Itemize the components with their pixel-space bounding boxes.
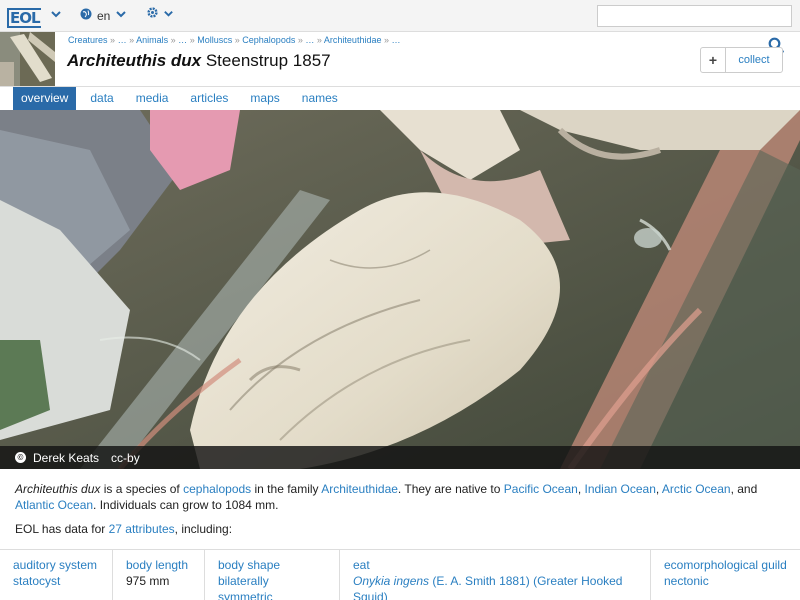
tab-overview[interactable]: overview: [13, 87, 77, 110]
tab-articles[interactable]: articles: [182, 87, 236, 110]
trait-value[interactable]: bilaterally symmetric: [218, 573, 326, 600]
breadcrumb-separator: »: [234, 35, 240, 45]
trait-predicate[interactable]: ecomorphological guild: [664, 557, 787, 573]
trait-value[interactable]: nectonic: [664, 573, 787, 589]
trait-cell[interactable]: body shape bilaterally symmetric: [205, 550, 340, 600]
trait-value-taxon: Onykia ingens: [353, 574, 430, 588]
link-arctic-ocean[interactable]: Arctic Ocean: [662, 482, 731, 496]
breadcrumb-separator: »: [110, 35, 116, 45]
breadcrumb-link[interactable]: Cephalopods: [242, 35, 295, 45]
breadcrumb: Creatures » … » Animals » … » Molluscs »…: [68, 35, 401, 45]
trait-cell[interactable]: eat Onykia ingens (E. A. Smith 1881) (Gr…: [340, 550, 651, 600]
trait-cell[interactable]: auditory system statocyst: [0, 550, 113, 600]
trait-value[interactable]: statocyst: [13, 573, 99, 589]
summary-text: . They are native to: [397, 482, 504, 496]
attributes-intro: EOL has data for 27 attributes, includin…: [15, 522, 232, 536]
trait-predicate[interactable]: body length: [126, 557, 191, 573]
breadcrumb-link[interactable]: Animals: [136, 35, 168, 45]
page-title: Architeuthis dux Steenstrup 1857: [67, 51, 331, 71]
collect-button[interactable]: + collect: [700, 47, 783, 73]
language-label: en: [97, 8, 111, 23]
breadcrumb-link[interactable]: …: [392, 35, 401, 45]
link-pacific-ocean[interactable]: Pacific Ocean: [504, 482, 578, 496]
breadcrumb-link[interactable]: Creatures: [68, 35, 108, 45]
breadcrumb-separator: »: [316, 35, 322, 45]
top-nav: EOL en: [0, 0, 800, 32]
scientific-name: Architeuthis dux: [67, 51, 202, 70]
summary-text: is a species of: [100, 482, 184, 496]
page-tabs: overview data media articles maps names: [13, 87, 352, 110]
breadcrumb-separator: »: [297, 35, 303, 45]
attributes-prefix: EOL has data for: [15, 522, 109, 536]
breadcrumb-link[interactable]: …: [178, 35, 187, 45]
image-author[interactable]: Derek Keats: [33, 451, 99, 465]
breadcrumb-separator: »: [170, 35, 176, 45]
image-credit-bar: © Derek Keats cc-by: [0, 446, 800, 469]
species-summary: Architeuthis dux is a species of cephalo…: [15, 481, 790, 513]
trait-cell[interactable]: ecomorphological guild nectonic: [651, 550, 800, 600]
traits-strip: auditory system statocyst body length 97…: [0, 549, 800, 600]
link-indian-ocean[interactable]: Indian Ocean: [584, 482, 655, 496]
species-name: Architeuthis dux: [15, 482, 101, 496]
plus-icon: +: [701, 48, 726, 72]
trait-predicate[interactable]: body shape: [218, 557, 326, 573]
attributes-suffix: , including:: [174, 522, 233, 536]
gear-icon: [146, 6, 163, 23]
globe-icon: [80, 8, 92, 23]
breadcrumb-separator: »: [189, 35, 195, 45]
chevron-down-icon: [163, 6, 174, 23]
breadcrumb-link[interactable]: …: [305, 35, 314, 45]
attributes-count-link[interactable]: 27 attributes: [109, 522, 175, 536]
tab-names[interactable]: names: [294, 87, 346, 110]
summary-text: . Individuals can grow to 1084 mm.: [93, 498, 279, 512]
trait-value: 975 mm: [126, 574, 170, 588]
chevron-down-icon: [115, 8, 127, 23]
trait-predicate[interactable]: auditory system: [13, 557, 99, 573]
language-selector[interactable]: en: [80, 8, 127, 23]
image-license[interactable]: cc-by: [111, 451, 140, 465]
breadcrumb-separator: »: [129, 35, 135, 45]
summary-text: , and: [730, 482, 758, 496]
link-atlantic-ocean[interactable]: Atlantic Ocean: [15, 498, 93, 512]
summary-text: in the family: [251, 482, 322, 496]
breadcrumb-link[interactable]: Molluscs: [197, 35, 232, 45]
settings-menu[interactable]: [146, 6, 174, 24]
chevron-down-icon[interactable]: [50, 7, 62, 23]
hero-image[interactable]: [0, 110, 800, 469]
copyright-icon: ©: [15, 452, 26, 463]
authority: Steenstrup 1857: [201, 51, 331, 70]
trait-predicate[interactable]: eat: [353, 557, 637, 573]
eol-logo[interactable]: EOL: [7, 6, 41, 28]
trait-cell[interactable]: body length 975 mm: [113, 550, 205, 600]
link-cephalopods[interactable]: cephalopods: [183, 482, 251, 496]
collect-label: collect: [738, 54, 770, 66]
tab-data[interactable]: data: [82, 87, 121, 110]
breadcrumb-link[interactable]: Architeuthidae: [324, 35, 382, 45]
trait-value[interactable]: Onykia ingens (E. A. Smith 1881) (Greate…: [353, 573, 637, 600]
link-architeuthidae[interactable]: Architeuthidae: [321, 482, 398, 496]
tab-maps[interactable]: maps: [242, 87, 287, 110]
breadcrumb-separator: »: [383, 35, 389, 45]
tab-media[interactable]: media: [128, 87, 177, 110]
taxon-thumbnail[interactable]: [0, 32, 55, 86]
breadcrumb-link[interactable]: …: [118, 35, 127, 45]
search-input[interactable]: [597, 5, 792, 27]
